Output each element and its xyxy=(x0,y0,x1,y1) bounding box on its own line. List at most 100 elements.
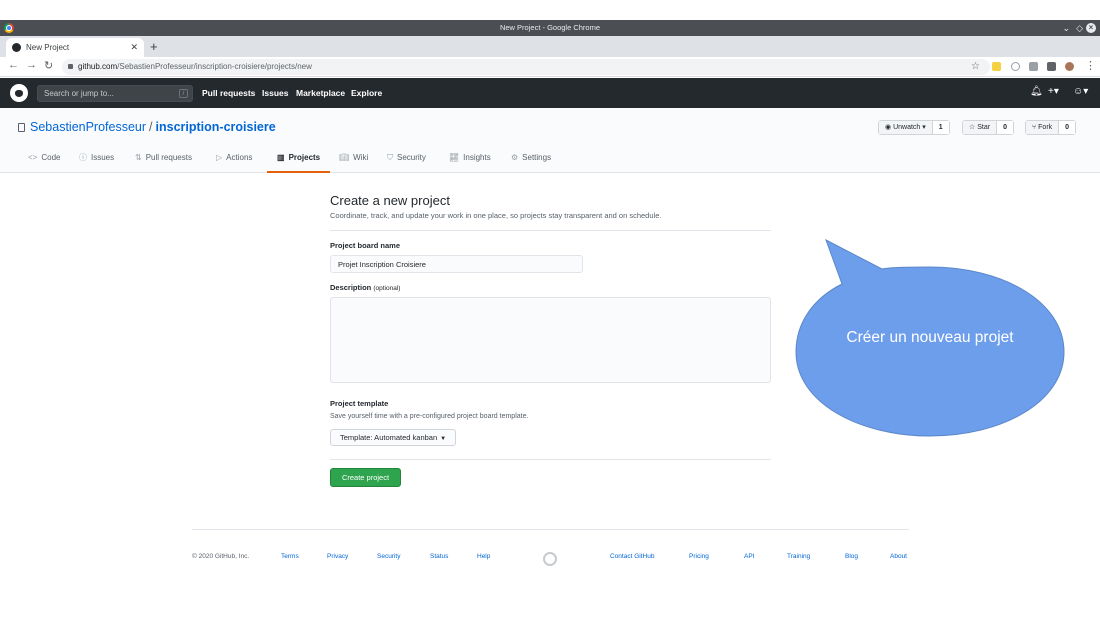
optional-hint: (optional) xyxy=(373,285,401,292)
tab-security[interactable]: ⛉ Security xyxy=(387,148,426,173)
github-mark-icon[interactable] xyxy=(543,552,557,566)
footer-link-about[interactable]: About xyxy=(890,553,907,560)
tab-strip: New Project ✕ + xyxy=(0,36,1100,57)
tab-wiki-label: Wiki xyxy=(353,153,369,162)
tab-settings[interactable]: ⚙ Settings xyxy=(511,148,551,173)
pull-request-icon: ⇅ xyxy=(135,153,142,162)
footer-link-terms[interactable]: Terms xyxy=(281,553,299,560)
search-shortcut-key: / xyxy=(179,89,188,98)
template-hint: Save yourself time with a pre-configured… xyxy=(330,413,529,420)
unwatch-button[interactable]: ◉ Unwatch ▾ 1 xyxy=(878,120,950,135)
extension-icon[interactable] xyxy=(992,62,1001,71)
footer-link-pricing[interactable]: Pricing xyxy=(689,553,709,560)
bookmark-star-icon[interactable]: ☆ xyxy=(971,59,980,75)
watch-count[interactable]: 1 xyxy=(932,121,949,134)
github-logo-icon[interactable] xyxy=(10,84,28,102)
footer-link-security[interactable]: Security xyxy=(377,553,400,560)
tab-projects-label: Projects xyxy=(288,153,321,162)
tab-pull-requests-label: Pull requests xyxy=(145,153,192,162)
description-label-text: Description xyxy=(330,283,372,292)
star-button[interactable]: ☆ Star 0 xyxy=(962,120,1014,135)
new-tab-icon[interactable]: + xyxy=(150,38,158,55)
fork-label: Fork xyxy=(1038,124,1053,131)
header-nav-pull-requests[interactable]: Pull requests xyxy=(202,78,255,108)
repo-name-link[interactable]: inscription-croisiere xyxy=(156,120,276,134)
create-project-button[interactable]: Create project xyxy=(330,468,401,487)
template-label: Project template xyxy=(330,399,389,408)
extension-icon[interactable] xyxy=(1011,62,1020,71)
reload-icon[interactable]: ↻ xyxy=(44,59,53,72)
header-nav-explore[interactable]: Explore xyxy=(351,78,382,108)
tab-close-icon[interactable]: ✕ xyxy=(130,38,138,57)
tab-code[interactable]: <> Code xyxy=(28,148,60,173)
footer-copyright: © 2020 GitHub, Inc. xyxy=(192,553,250,560)
tab-actions[interactable]: ▷ Actions xyxy=(216,148,252,173)
footer-link-help[interactable]: Help xyxy=(477,553,490,560)
window-close-icon[interactable]: × xyxy=(1086,23,1096,33)
fork-button[interactable]: ⑂ Fork 0 xyxy=(1025,120,1077,135)
footer-link-contact[interactable]: Contact GitHub xyxy=(610,553,654,560)
user-avatar-icon[interactable]: ☺▾ xyxy=(1073,86,1088,97)
address-bar-row: ← → ↻ github.com/SebastienProfesseur/ins… xyxy=(0,57,1100,77)
minimize-icon[interactable]: ⌄ xyxy=(1062,20,1070,36)
book-icon: 📖︎ xyxy=(339,153,350,162)
search-placeholder: Search or jump to... xyxy=(44,89,114,98)
name-label: Project board name xyxy=(330,241,401,250)
tab-insights[interactable]: 📈︎ Insights xyxy=(449,148,491,173)
footer-link-api[interactable]: API xyxy=(744,553,754,560)
browser-menu-icon[interactable]: ⋮ xyxy=(1085,59,1096,72)
puzzle-icon[interactable] xyxy=(1047,62,1056,71)
github-favicon-icon xyxy=(12,43,21,52)
caret-down-icon: ▼ xyxy=(440,436,447,442)
browser-tab[interactable]: New Project ✕ xyxy=(6,38,144,57)
profile-avatar-icon[interactable] xyxy=(1065,62,1074,71)
tab-code-label: Code xyxy=(41,153,61,162)
repo-owner-link[interactable]: SebastienProfesseur xyxy=(30,120,146,134)
play-icon: ▷ xyxy=(216,153,223,162)
repo-icon xyxy=(18,123,25,132)
gear-icon: ⚙ xyxy=(511,153,519,162)
code-icon: <> xyxy=(28,153,38,162)
lock-icon xyxy=(68,64,73,69)
restore-icon[interactable]: ◇ xyxy=(1076,20,1083,36)
tab-pull-requests[interactable]: ⇅ Pull requests xyxy=(135,148,192,173)
template-row: Template: Automated kanban ▼ xyxy=(330,427,771,446)
page-subtitle: Coordinate, track, and update your work … xyxy=(330,211,662,220)
template-select-button[interactable]: Template: Automated kanban ▼ xyxy=(330,429,457,446)
footer-divider xyxy=(192,529,909,530)
tab-projects[interactable]: ▥ Projects xyxy=(267,148,331,173)
graph-icon: 📈︎ xyxy=(449,153,460,162)
chrome-logo-icon xyxy=(4,23,14,33)
header-nav-issues[interactable]: Issues xyxy=(262,78,288,108)
search-input[interactable]: Search or jump to... / xyxy=(37,85,193,102)
footer-link-status[interactable]: Status xyxy=(430,553,448,560)
fork-count[interactable]: 0 xyxy=(1059,121,1076,134)
shield-icon: ⛉ xyxy=(387,153,393,162)
star-label: Star xyxy=(977,124,991,131)
star-icon: ☆ xyxy=(969,124,978,131)
star-count[interactable]: 0 xyxy=(997,121,1013,134)
tab-issues[interactable]: ⓘ Issues xyxy=(79,148,114,173)
footer-link-blog[interactable]: Blog xyxy=(845,553,858,560)
tab-title: New Project xyxy=(26,43,70,52)
tab-settings-label: Settings xyxy=(522,153,552,162)
tab-issues-label: Issues xyxy=(91,153,115,162)
description-textarea[interactable] xyxy=(330,297,771,383)
repo-separator: / xyxy=(149,120,153,134)
eye-icon: ◉ xyxy=(885,124,894,131)
back-icon[interactable]: ← xyxy=(8,59,19,71)
header-nav-marketplace[interactable]: Marketplace xyxy=(296,78,345,108)
project-name-input[interactable] xyxy=(330,255,583,273)
notification-bell-icon[interactable]: 🔔︎ xyxy=(1030,86,1043,97)
camera-icon[interactable] xyxy=(1029,62,1038,71)
top-blank-band xyxy=(0,0,1100,20)
omnibox[interactable]: github.com/SebastienProfesseur/inscripti… xyxy=(62,59,990,75)
footer-link-privacy[interactable]: Privacy xyxy=(327,553,348,560)
footer-link-training[interactable]: Training xyxy=(787,553,810,560)
tab-wiki[interactable]: 📖︎ Wiki xyxy=(339,148,368,173)
issue-icon: ⓘ xyxy=(79,153,87,162)
create-new-icon[interactable]: +▾ xyxy=(1048,86,1059,97)
repo-header: SebastienProfesseur / inscription-croisier… xyxy=(0,108,1100,173)
forward-icon[interactable]: → xyxy=(26,59,37,71)
divider xyxy=(330,230,771,231)
